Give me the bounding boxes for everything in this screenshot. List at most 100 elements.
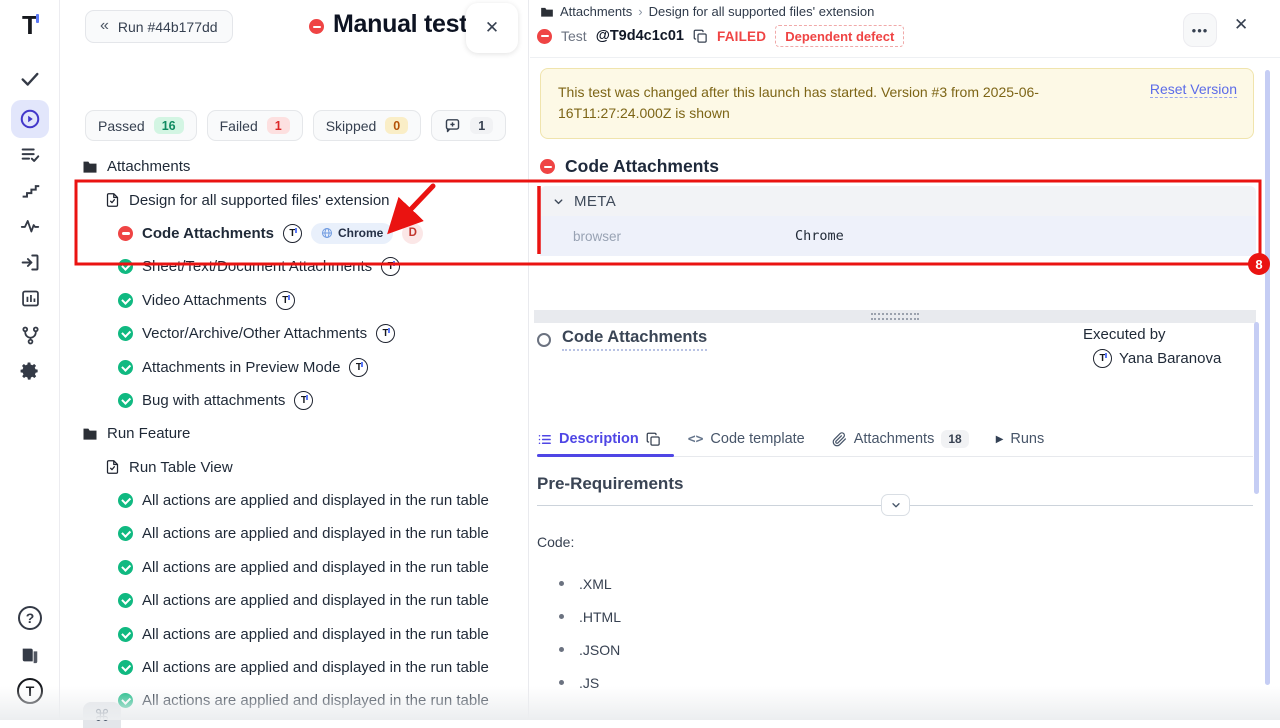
detail-tabs: Description <> Code template Attachments… bbox=[537, 424, 1044, 454]
tree-row-label: Run Feature bbox=[107, 425, 190, 442]
executed-by-user: T Yana Baranova bbox=[1093, 349, 1221, 368]
filter-passed-chip[interactable]: Passed 16 bbox=[85, 110, 197, 141]
failed-status-icon bbox=[118, 226, 133, 241]
assignee-avatar: T bbox=[283, 224, 302, 243]
tree-test-row[interactable]: All actions are applied and displayed in… bbox=[60, 651, 529, 684]
reports-chart-icon[interactable] bbox=[11, 279, 49, 317]
comment-plus-icon bbox=[444, 117, 461, 134]
passed-status-icon bbox=[118, 393, 133, 408]
tree-suite-row[interactable]: Design for all supported files' extensio… bbox=[60, 183, 529, 216]
executed-by-name: Yana Baranova bbox=[1119, 350, 1221, 367]
tree-test-row[interactable]: All actions are applied and displayed in… bbox=[60, 484, 529, 517]
passed-status-icon bbox=[118, 493, 133, 508]
breadcrumb-root[interactable]: Attachments bbox=[560, 4, 632, 19]
browser-badge: Chrome bbox=[311, 223, 393, 244]
tree-suite-row[interactable]: Run Table View bbox=[60, 451, 529, 484]
tree-row-label: Design for all supported files' extensio… bbox=[129, 192, 390, 209]
meta-header[interactable]: META bbox=[540, 186, 1256, 216]
tab-code-template[interactable]: <> Code template bbox=[688, 431, 805, 447]
runs-play-icon[interactable] bbox=[11, 100, 49, 138]
meta-title: META bbox=[574, 193, 616, 210]
play-triangle-icon: ▶ bbox=[996, 434, 1004, 445]
tests-check-icon[interactable] bbox=[11, 60, 49, 98]
assignee-avatar: T bbox=[376, 324, 395, 343]
version-warning-banner: This test was changed after this launch … bbox=[540, 68, 1254, 139]
plans-list-check-icon[interactable] bbox=[11, 136, 49, 174]
tree-row-label: All actions are applied and displayed in… bbox=[142, 592, 489, 609]
meta-key: browser bbox=[573, 229, 795, 244]
tree-test-row[interactable]: Sheet/Text/Document AttachmentsT bbox=[60, 250, 529, 283]
settings-gear-icon[interactable] bbox=[11, 352, 49, 390]
testomat-avatar-icon[interactable]: T bbox=[11, 672, 49, 710]
dependent-defect-badge[interactable]: Dependent defect bbox=[775, 25, 904, 47]
tree-row-label: Attachments bbox=[107, 158, 190, 175]
breadcrumb: Attachments › Design for all supported f… bbox=[540, 4, 874, 19]
tree-test-row[interactable]: Bug with attachments T bbox=[60, 384, 529, 417]
bullet-icon bbox=[559, 614, 564, 619]
close-run-panel-button[interactable]: ✕ bbox=[466, 3, 518, 53]
run-status-failed-icon bbox=[309, 19, 324, 34]
tree-row-label: Run Table View bbox=[129, 459, 233, 476]
status-badge: FAILED bbox=[717, 29, 766, 44]
tree-row-label: Sheet/Text/Document Attachments bbox=[142, 258, 372, 275]
step-title-link[interactable]: Code Attachments bbox=[562, 328, 707, 351]
import-icon[interactable] bbox=[11, 243, 49, 281]
tree-test-row[interactable]: All actions are applied and displayed in… bbox=[60, 551, 529, 584]
filter-skipped-chip[interactable]: Skipped 0 bbox=[313, 110, 422, 141]
library-icon[interactable] bbox=[11, 636, 49, 674]
unexecuted-circle-icon[interactable] bbox=[537, 333, 551, 347]
tab-description[interactable]: Description bbox=[537, 431, 661, 447]
tree-test-row[interactable]: All actions are applied and displayed in… bbox=[60, 517, 529, 550]
test-header-line: Test @T9d4c1c01 FAILED Dependent defect bbox=[537, 25, 904, 47]
filter-comments-chip[interactable]: 1 bbox=[431, 110, 506, 141]
code-extension-item: .XML bbox=[537, 567, 621, 600]
copy-test-id-icon[interactable] bbox=[693, 29, 708, 44]
detail-scrollbar-outer[interactable] bbox=[1265, 70, 1270, 685]
code-extension-item: .JSON bbox=[537, 633, 621, 666]
tab-runs[interactable]: ▶ Runs bbox=[996, 431, 1045, 447]
assignee-avatar: T bbox=[276, 291, 295, 310]
tree-folder-row[interactable]: Run Feature bbox=[60, 417, 529, 450]
close-detail-button[interactable]: ✕ bbox=[1234, 15, 1248, 35]
passed-status-icon bbox=[118, 259, 133, 274]
assignee-avatar: T bbox=[294, 391, 313, 410]
branches-git-icon[interactable] bbox=[11, 316, 49, 354]
tree-test-row[interactable]: Video AttachmentsT bbox=[60, 284, 529, 317]
user-avatar: T bbox=[1093, 349, 1112, 368]
copy-description-icon[interactable] bbox=[646, 432, 661, 447]
more-actions-button[interactable]: ••• bbox=[1183, 13, 1217, 47]
tree-test-row[interactable]: All actions are applied and displayed in… bbox=[60, 584, 529, 617]
detail-scrollbar-inner[interactable] bbox=[1254, 322, 1259, 494]
attachments-count-badge: 18 bbox=[941, 430, 968, 448]
code-extension-item: .HTML bbox=[537, 600, 621, 633]
passed-status-icon bbox=[118, 593, 133, 608]
tab-attachments[interactable]: Attachments 18 bbox=[832, 430, 969, 448]
pulse-activity-icon[interactable] bbox=[11, 207, 49, 245]
run-back-button[interactable]: « Run #44b177dd bbox=[85, 10, 233, 43]
meta-row: browser Chrome bbox=[540, 216, 1256, 256]
help-icon[interactable]: ? bbox=[11, 599, 49, 637]
resize-splitter[interactable] bbox=[534, 310, 1256, 323]
tree-test-row[interactable]: Attachments in Preview ModeT bbox=[60, 350, 529, 383]
bullet-icon bbox=[559, 581, 564, 586]
tree-test-row[interactable]: Vector/Archive/Other AttachmentsT bbox=[60, 317, 529, 350]
tree-test-row[interactable]: All actions are applied and displayed in… bbox=[60, 617, 529, 650]
collapse-section-button[interactable] bbox=[881, 494, 910, 516]
tree-folder-row[interactable]: Attachments bbox=[60, 150, 529, 183]
tree-row-label: Bug with attachments bbox=[142, 392, 285, 409]
failed-icon bbox=[540, 159, 555, 174]
status-filter-chips: Passed 16 Failed 1 Skipped 0 1 bbox=[85, 110, 506, 141]
test-failed-icon bbox=[537, 29, 552, 44]
chevron-down-icon bbox=[890, 499, 902, 511]
tree-row-label: Attachments in Preview Mode bbox=[142, 359, 340, 376]
passed-status-icon bbox=[118, 326, 133, 341]
step-section-row: Code Attachments bbox=[537, 328, 707, 351]
app-logo[interactable]: T bbox=[11, 6, 49, 44]
milestones-stairs-icon[interactable] bbox=[11, 171, 49, 209]
app-rail: T ? T bbox=[0, 0, 60, 720]
test-label: Test bbox=[561, 28, 587, 44]
tree-test-row[interactable]: All actions are applied and displayed in… bbox=[60, 684, 529, 717]
reset-version-link[interactable]: Reset Version bbox=[1150, 81, 1237, 98]
filter-failed-chip[interactable]: Failed 1 bbox=[207, 110, 303, 141]
tree-test-row[interactable]: Code AttachmentsTChromeD bbox=[60, 217, 529, 250]
